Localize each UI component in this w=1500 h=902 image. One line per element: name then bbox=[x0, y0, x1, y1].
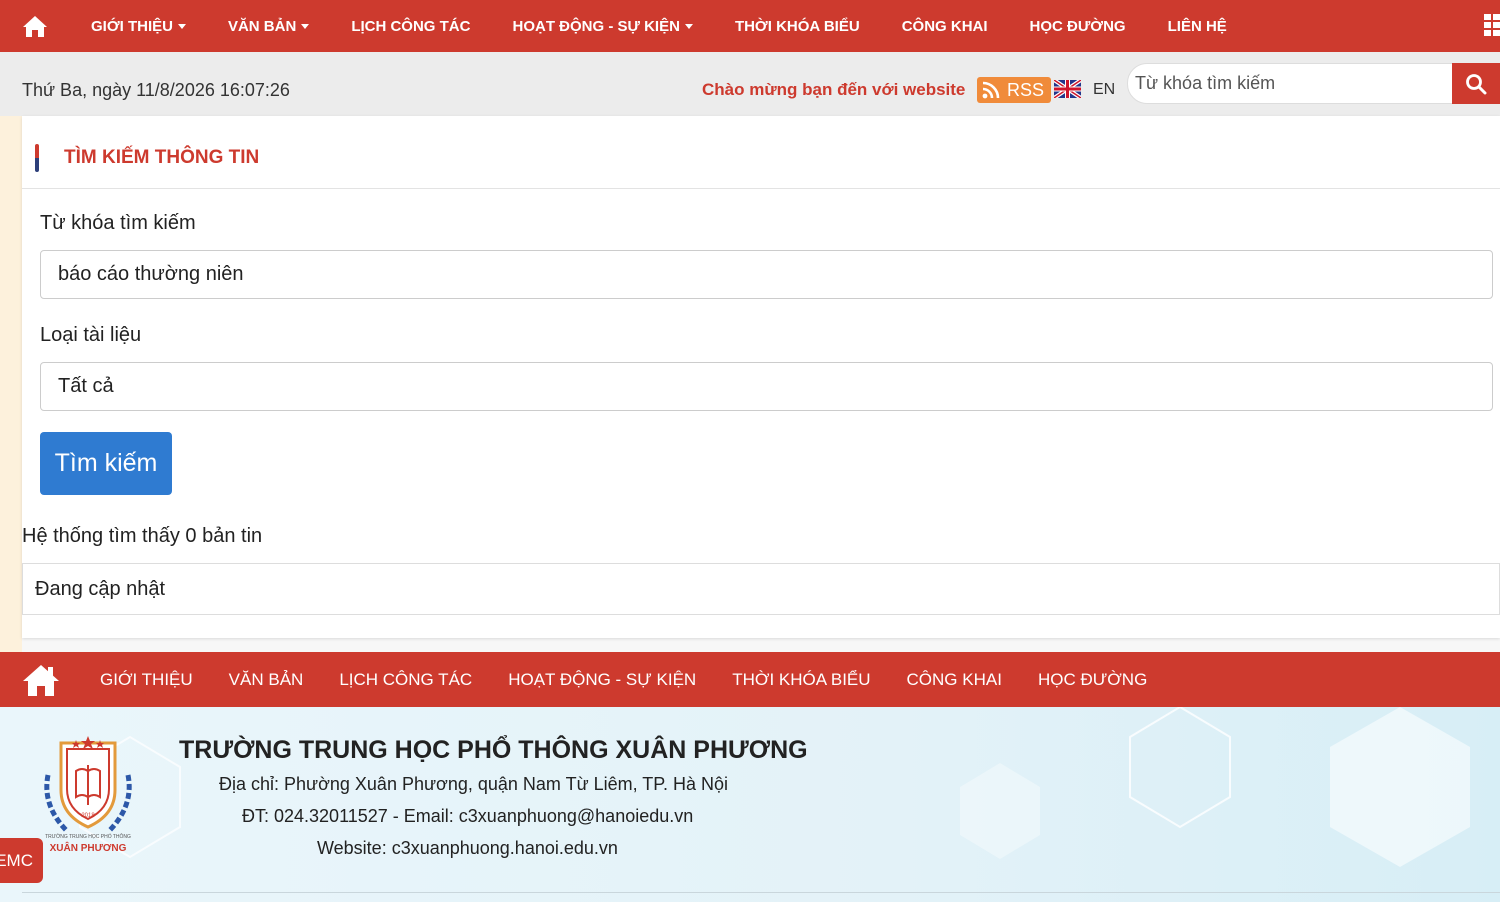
logo-name: XUÂN PHƯƠNG bbox=[50, 841, 127, 854]
bottom-nav-item[interactable]: LỊCH CÔNG TÁC bbox=[321, 670, 490, 690]
rss-icon bbox=[982, 81, 1000, 99]
section-header: TÌM KIẾM THÔNG TIN bbox=[22, 116, 1500, 189]
top-nav-item[interactable]: GIỚI THIỆU bbox=[70, 0, 207, 52]
keyword-input[interactable] bbox=[40, 250, 1493, 299]
keyword-label: Từ khóa tìm kiếm bbox=[40, 212, 196, 234]
current-datetime: Thứ Ba, ngày 11/8/2026 16:07:26 bbox=[22, 80, 290, 100]
top-nav-item[interactable]: LIÊN HỆ bbox=[1147, 0, 1248, 52]
school-website[interactable]: Website: c3xuanphuong.hanoi.edu.vn bbox=[317, 838, 618, 859]
top-nav: GIỚI THIỆU VĂN BẢN LỊCH CÔNG TÁC HOẠT ĐỘNG … bbox=[0, 0, 1500, 52]
school-name: TRƯỜNG TRUNG HỌC PHỔ THÔNG XUÂN PHƯƠNG bbox=[179, 736, 808, 764]
bottom-nav-item[interactable]: HỌC ĐƯỜNG bbox=[1020, 670, 1165, 690]
result-list: Đang cập nhật bbox=[22, 563, 1500, 615]
top-nav-label: HOẠT ĐỘNG - SỰ KIỆN bbox=[512, 17, 680, 35]
home-icon bbox=[23, 16, 47, 37]
top-nav-item[interactable]: VĂN BẢN bbox=[207, 0, 330, 52]
search-icon bbox=[1466, 73, 1487, 94]
info-bar: Thứ Ba, ngày 11/8/2026 16:07:26 Chào mừn… bbox=[0, 52, 1500, 116]
bottom-nav-items: GIỚI THIỆU VĂN BẢN LỊCH CÔNG TÁC HOẠT ĐỘNG … bbox=[82, 670, 1165, 690]
top-nav-label: LỊCH CÔNG TÁC bbox=[351, 17, 471, 35]
top-nav-label: THỜI KHÓA BIỂU bbox=[734, 17, 860, 35]
top-nav-item[interactable]: HỌC ĐƯỜNG bbox=[1009, 0, 1147, 52]
footer-home-button[interactable] bbox=[0, 652, 82, 707]
bottom-nav-item[interactable]: GIỚI THIỆU bbox=[82, 670, 211, 690]
bottom-nav-item[interactable]: HOẠT ĐỘNG - SỰ KIỆN bbox=[490, 670, 714, 690]
bottom-nav-item[interactable]: VĂN BẢN bbox=[211, 670, 322, 690]
rss-label: RSS bbox=[1007, 79, 1045, 100]
school-contact: ĐT: 024.32011527 - Email: c3xuanphuong@h… bbox=[242, 806, 694, 826]
emc-badge[interactable]: EMC bbox=[0, 838, 43, 883]
top-nav-label: LIÊN HỆ bbox=[1167, 17, 1227, 35]
result-count-text: Hệ thống tìm thấy 0 bản tin bbox=[22, 525, 263, 547]
grid-menu-icon[interactable] bbox=[1484, 14, 1500, 36]
top-nav-item[interactable]: THỜI KHÓA BIỂU bbox=[714, 0, 881, 52]
welcome-text: Chào mừng bạn đến với website bbox=[702, 80, 966, 99]
section-title: TÌM KIẾM THÔNG TIN bbox=[64, 147, 260, 168]
top-nav-items: GIỚI THIỆU VĂN BẢN LỊCH CÔNG TÁC HOẠT ĐỘNG … bbox=[70, 0, 1248, 52]
document-type-value: Tất cả bbox=[58, 375, 114, 397]
top-nav-item[interactable]: LỊCH CÔNG TÁC bbox=[330, 0, 491, 52]
logo-small-text: TRƯỜNG TRUNG HỌC PHỔ THÔNG bbox=[45, 833, 131, 840]
left-side-strip bbox=[0, 116, 22, 652]
school-logo: 2018 TRƯỜNG TRUNG HỌC PHỔ THÔNG XUÂN PHƯ… bbox=[44, 736, 132, 854]
footer: 2018 TRƯỜNG TRUNG HỌC PHỔ THÔNG XUÂN PHƯ… bbox=[0, 707, 1500, 902]
top-nav-label: CÔNG KHAI bbox=[901, 17, 988, 35]
top-nav-label: HỌC ĐƯỜNG bbox=[1029, 17, 1126, 35]
caret-down-icon bbox=[684, 23, 693, 29]
bottom-nav-item[interactable]: CÔNG KHAI bbox=[889, 670, 1020, 690]
caret-down-icon bbox=[301, 23, 310, 29]
rss-button[interactable]: RSS bbox=[977, 77, 1051, 103]
emc-label: EMC bbox=[0, 850, 33, 870]
logo-year: 2018 bbox=[81, 813, 95, 819]
home-icon bbox=[23, 664, 59, 696]
top-nav-item[interactable]: CÔNG KHAI bbox=[881, 0, 1009, 52]
search-panel: TÌM KIẾM THÔNG TIN Từ khóa tìm kiếm Loại… bbox=[22, 116, 1500, 638]
school-address: Địa chỉ: Phường Xuân Phương, quận Nam Từ… bbox=[219, 774, 729, 794]
top-nav-label: VĂN BẢN bbox=[227, 17, 297, 35]
bottom-nav-item[interactable]: THỜI KHÓA BIỂU bbox=[714, 670, 888, 690]
uk-flag-icon[interactable] bbox=[1054, 80, 1081, 98]
footer-divider bbox=[22, 892, 1500, 893]
result-status: Đang cập nhật bbox=[35, 577, 166, 600]
language-en[interactable]: EN bbox=[1093, 81, 1115, 99]
search-button[interactable]: Tìm kiếm bbox=[40, 432, 172, 495]
header-search-input[interactable] bbox=[1127, 63, 1453, 104]
document-type-select[interactable]: Tất cả bbox=[40, 362, 1493, 411]
top-nav-label: GIỚI THIỆU bbox=[91, 17, 173, 35]
caret-down-icon bbox=[177, 23, 186, 29]
header-search-button[interactable] bbox=[1452, 63, 1500, 104]
section-accent-bar bbox=[35, 144, 39, 172]
bottom-nav: GIỚI THIỆU VĂN BẢN LỊCH CÔNG TÁC HOẠT ĐỘNG … bbox=[0, 652, 1500, 707]
document-type-label: Loại tài liệu bbox=[40, 324, 142, 346]
top-nav-item[interactable]: HOẠT ĐỘNG - SỰ KIỆN bbox=[491, 0, 713, 52]
home-button[interactable] bbox=[0, 0, 70, 52]
